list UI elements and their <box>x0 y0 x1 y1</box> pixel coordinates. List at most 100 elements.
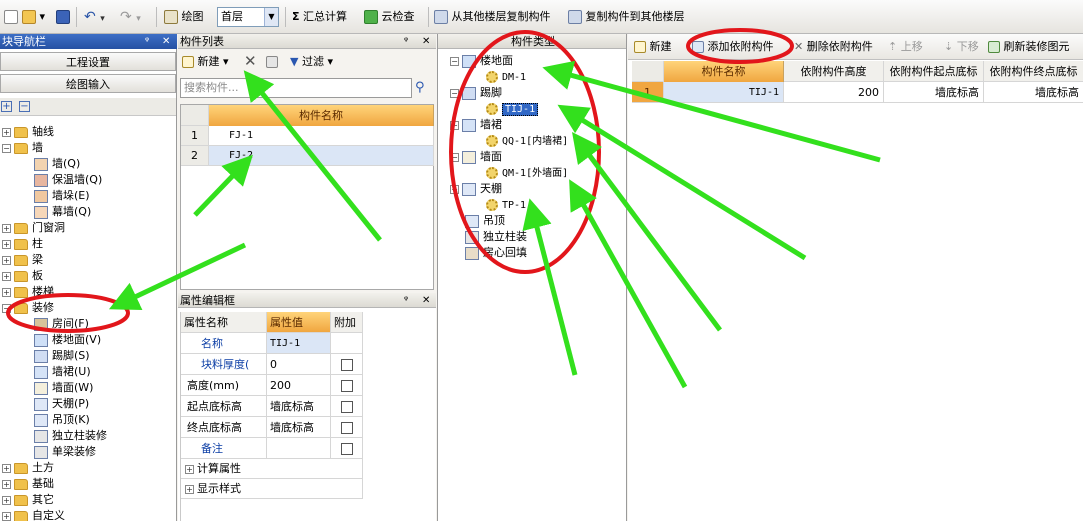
property-value[interactable]: 墙底标高 <box>267 396 331 417</box>
nav-tree-item[interactable]: 墙垛(E) <box>34 188 90 204</box>
new-component-button[interactable]: 新建 ▾ <box>182 53 229 71</box>
collapse-icon[interactable]: − <box>450 56 459 66</box>
property-value[interactable]: 墙底标高 <box>267 417 331 438</box>
copy-to-floor-button[interactable]: 复制构件到其他楼层 <box>568 8 685 26</box>
project-settings-button[interactable]: 工程设置 <box>0 52 176 71</box>
property-value[interactable]: TIJ-1 <box>267 333 331 354</box>
pin-icon[interactable]: ᵠ <box>145 34 149 49</box>
expand-icon[interactable]: + <box>2 495 11 505</box>
close-icon[interactable]: ✕ <box>422 34 430 49</box>
component-type-item[interactable]: − 天棚 <box>450 181 502 197</box>
property-value[interactable]: 0 <box>267 354 331 375</box>
attached-name-cell[interactable]: TIJ-1 <box>664 82 784 103</box>
add-attached-button[interactable]: 添加依附构件 <box>692 38 774 56</box>
collapse-icon[interactable]: − <box>450 120 459 130</box>
collapse-all-icon[interactable]: − <box>19 101 30 112</box>
nav-tree-item[interactable]: 吊顶(K) <box>34 412 90 428</box>
property-value[interactable]: 200 <box>267 375 331 396</box>
collapse-icon[interactable]: − <box>2 143 11 153</box>
expand-icon[interactable]: + <box>2 255 11 265</box>
component-row[interactable]: FJ-1 <box>209 126 434 146</box>
component-row[interactable]: FJ-2 <box>209 146 434 166</box>
expand-icon[interactable]: + <box>2 223 11 233</box>
pin-icon[interactable]: ᵠ <box>404 293 408 308</box>
nav-tree-item[interactable]: 保温墙(Q) <box>34 172 102 188</box>
move-up-button[interactable]: ⇡ 上移 <box>888 38 923 56</box>
attached-height-cell[interactable]: 200 <box>784 82 884 103</box>
expand-icon[interactable]: + <box>185 464 194 474</box>
attach-checkbox[interactable] <box>340 380 353 392</box>
nav-tree-item[interactable]: 墙裙(U) <box>34 364 91 380</box>
nav-tree-item[interactable]: + 门窗洞 <box>2 220 65 236</box>
expand-icon[interactable]: + <box>185 484 194 494</box>
attach-checkbox[interactable] <box>340 422 353 434</box>
refresh-decoration-button[interactable]: 刷新装修图元 <box>988 38 1070 56</box>
component-type-item[interactable]: 独立柱装 <box>450 229 527 245</box>
component-type-item[interactable]: − 墙面 <box>450 149 502 165</box>
nav-tree-item[interactable]: + 梁 <box>2 252 43 268</box>
nav-tree-item[interactable]: + 自定义 <box>2 508 65 521</box>
nav-tree-item[interactable]: 楼地面(V) <box>34 332 101 348</box>
attached-new-button[interactable]: 新建 <box>634 38 672 56</box>
copy-component-icon[interactable] <box>266 53 278 71</box>
open-file-icon[interactable]: ▾ <box>22 8 45 26</box>
attached-end-cell[interactable]: 墙底标高 <box>984 82 1083 103</box>
pin-icon[interactable]: ᵠ <box>404 34 408 49</box>
floor-select[interactable]: 首层 ▼ <box>217 7 279 27</box>
collapse-icon[interactable]: − <box>450 184 459 194</box>
nav-tree-item[interactable]: + 柱 <box>2 236 43 252</box>
nav-tree-item[interactable]: − 墙 <box>2 140 43 156</box>
component-type-item[interactable]: TIJ-1 <box>486 101 539 117</box>
component-type-item[interactable]: TP-1 <box>486 197 526 213</box>
save-icon[interactable] <box>56 8 70 26</box>
attach-checkbox[interactable] <box>340 401 353 413</box>
draw-input-button[interactable]: 绘图输入 <box>0 74 176 93</box>
delete-attached-button[interactable]: ✕ 删除依附构件 <box>794 38 873 56</box>
attached-start-cell[interactable]: 墙底标高 <box>884 82 984 103</box>
property-group[interactable]: + 显示样式 <box>181 479 363 499</box>
attach-checkbox[interactable] <box>340 443 353 455</box>
redo-icon[interactable]: ↷ ▾ <box>120 8 141 26</box>
component-type-item[interactable]: − 墙裙 <box>450 117 502 133</box>
nav-tree-item[interactable]: 墙面(W) <box>34 380 93 396</box>
component-type-item[interactable]: DM-1 <box>486 69 526 85</box>
component-type-item[interactable]: 吊顶 <box>450 213 505 229</box>
collapse-icon[interactable]: − <box>450 88 459 98</box>
nav-tree-item[interactable]: 天棚(P) <box>34 396 89 412</box>
nav-tree-item[interactable]: + 板 <box>2 268 43 284</box>
collapse-icon[interactable]: − <box>2 303 11 313</box>
nav-tree-item[interactable]: + 楼梯 <box>2 284 54 300</box>
copy-from-floor-button[interactable]: 从其他楼层复制构件 <box>434 8 551 26</box>
expand-icon[interactable]: + <box>2 127 11 137</box>
expand-icon[interactable]: + <box>2 287 11 297</box>
expand-all-icon[interactable]: + <box>1 101 12 112</box>
nav-tree-item[interactable]: 踢脚(S) <box>34 348 90 364</box>
new-file-icon[interactable] <box>4 8 18 26</box>
nav-tree-item[interactable]: 幕墙(Q) <box>34 204 91 220</box>
nav-tree-item[interactable]: 单梁装修 <box>34 444 96 460</box>
cloud-check-button[interactable]: 云检查 <box>364 8 415 26</box>
draw-button[interactable]: 绘图 <box>164 8 204 26</box>
nav-tree-item[interactable]: + 轴线 <box>2 124 54 140</box>
attach-checkbox[interactable] <box>340 359 353 371</box>
nav-tree-item[interactable]: 独立柱装修 <box>34 428 107 444</box>
nav-tree-item[interactable]: + 其它 <box>2 492 54 508</box>
expand-icon[interactable]: + <box>2 239 11 249</box>
search-icon[interactable]: ⚲ <box>415 80 425 95</box>
delete-icon[interactable]: ✕ <box>244 52 257 70</box>
component-type-item[interactable]: QQ-1[内墙裙] <box>486 133 568 149</box>
nav-tree-item[interactable]: 房间(F) <box>34 316 89 332</box>
filter-button[interactable]: ▼ 过滤 ▾ <box>290 53 333 71</box>
component-type-item[interactable]: 房心回填 <box>450 245 527 261</box>
component-type-item[interactable]: − 楼地面 <box>450 53 513 69</box>
nav-tree-item[interactable]: + 基础 <box>2 476 54 492</box>
expand-icon[interactable]: + <box>2 511 11 521</box>
property-value[interactable] <box>267 438 331 459</box>
close-icon[interactable]: ✕ <box>422 293 430 308</box>
nav-tree-item[interactable]: − 装修 <box>2 300 54 316</box>
property-group[interactable]: + 计算属性 <box>181 459 363 479</box>
component-type-item[interactable]: − 踢脚 <box>450 85 502 101</box>
nav-tree-item[interactable]: + 土方 <box>2 460 54 476</box>
expand-icon[interactable]: + <box>2 271 11 281</box>
undo-icon[interactable]: ↶ ▾ <box>84 8 105 26</box>
